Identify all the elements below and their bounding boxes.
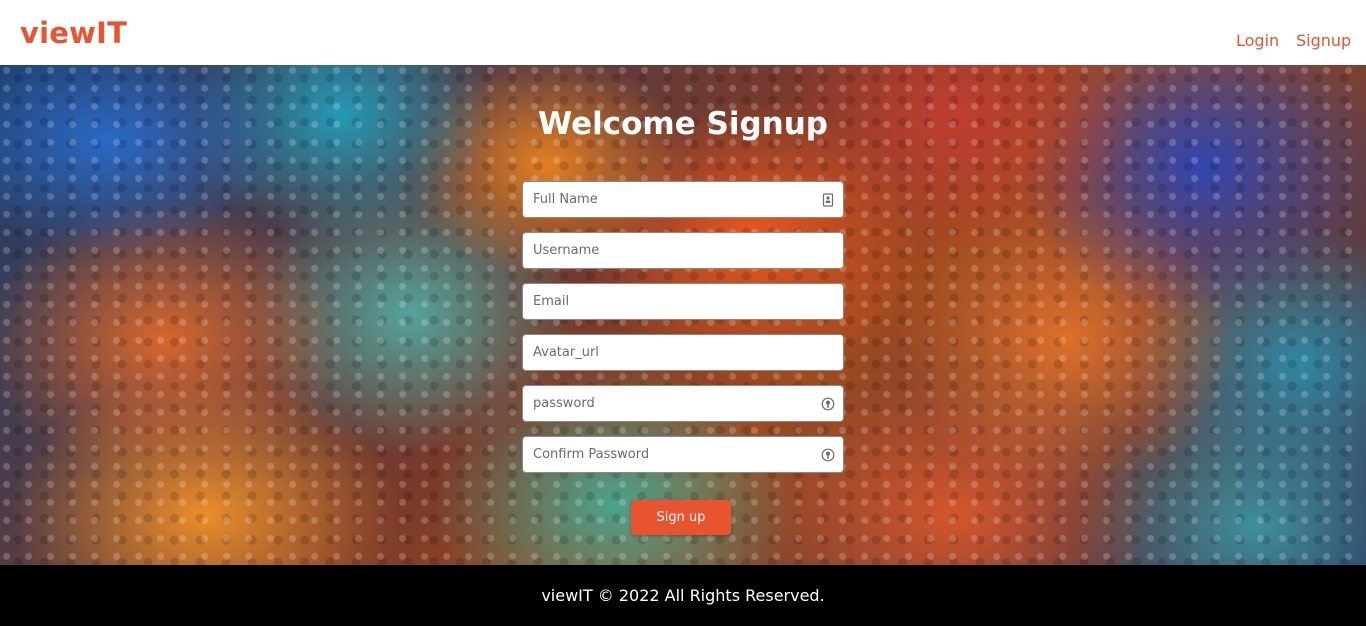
page-title: Welcome Signup — [537, 106, 828, 142]
email-input[interactable] — [523, 284, 843, 319]
nav-signup-link[interactable]: Signup — [1296, 31, 1351, 51]
confirm-password-input[interactable] — [523, 437, 843, 472]
password-field — [522, 385, 844, 422]
contact-card-icon[interactable] — [821, 193, 835, 207]
username-field — [522, 232, 844, 269]
avatar-url-field — [522, 334, 844, 371]
top-navbar: viewIT Login Signup — [0, 0, 1366, 65]
footer: viewIT © 2022 All Rights Reserved. — [0, 565, 1366, 626]
key-icon[interactable] — [821, 397, 835, 411]
username-input[interactable] — [523, 233, 843, 268]
full-name-field — [522, 181, 844, 218]
email-field — [522, 283, 844, 320]
confirm-password-field — [522, 436, 844, 473]
key-icon[interactable] — [821, 448, 835, 462]
full-name-input[interactable] — [523, 182, 843, 217]
avatar-url-input[interactable] — [523, 335, 843, 370]
sign-up-button[interactable]: Sign up — [631, 500, 731, 535]
nav-login-link[interactable]: Login — [1236, 31, 1279, 51]
password-input[interactable] — [523, 386, 843, 421]
brand-logo[interactable]: viewIT — [20, 15, 127, 51]
copyright-text: viewIT © 2022 All Rights Reserved. — [541, 586, 825, 605]
